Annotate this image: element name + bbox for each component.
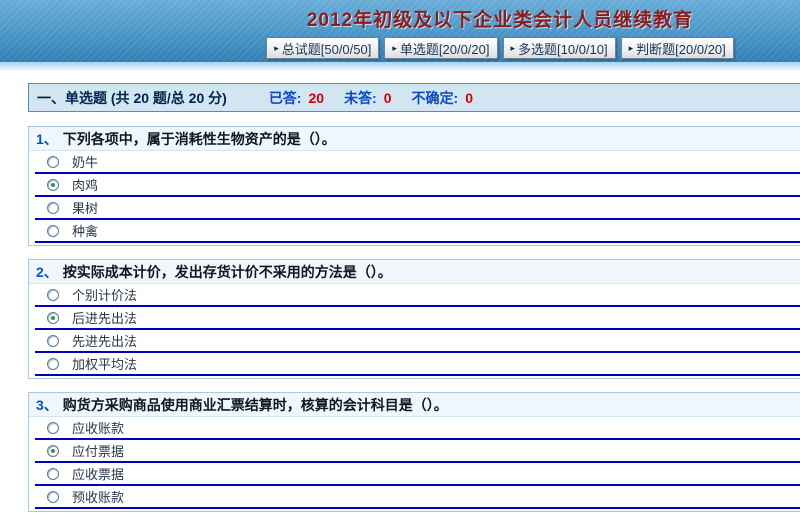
- option-row[interactable]: 肉鸡: [35, 174, 800, 197]
- section-title: 一、单选题 (共 20 题/总 20 分): [37, 88, 227, 108]
- option-label: 加权平均法: [72, 354, 137, 373]
- exam-page: 2012年初级及以下企业类会计人员继续教育 ▸ 总试题[50/0/50] ▸ 单…: [0, 0, 800, 512]
- stat-uncertain: 不确定: 0: [412, 88, 473, 108]
- option-row[interactable]: 后进先出法: [35, 307, 800, 330]
- nav-button-all-questions[interactable]: ▸ 总试题[50/0/50]: [266, 37, 379, 59]
- radio-button[interactable]: [47, 422, 59, 434]
- triangle-right-icon: ▸: [274, 44, 279, 53]
- radio-button[interactable]: [47, 445, 59, 457]
- question-title: 1、 下列各项中，属于消耗性生物资产的是（）。: [29, 127, 800, 151]
- stat-answered-label: 已答:: [269, 88, 302, 108]
- radio-button[interactable]: [47, 179, 59, 191]
- radio-button[interactable]: [47, 358, 59, 370]
- nav-button-multi-choice[interactable]: ▸ 多选题[10/0/10]: [503, 37, 616, 59]
- question-number: 1、: [36, 129, 58, 149]
- option-label: 果树: [72, 198, 98, 217]
- option-row[interactable]: 应收账款: [35, 417, 800, 440]
- radio-button[interactable]: [47, 225, 59, 237]
- question-number: 2、: [36, 262, 58, 282]
- option-label: 预收账款: [72, 487, 124, 506]
- option-label: 应付票据: [72, 441, 124, 460]
- answer-stats: 已答: 20 未答: 0 不确定: 0: [269, 88, 493, 108]
- option-row[interactable]: 应收票据: [35, 463, 800, 486]
- radio-button[interactable]: [47, 156, 59, 168]
- section-stats-bar: 一、单选题 (共 20 题/总 20 分) 已答: 20 未答: 0 不确定: …: [28, 83, 800, 112]
- option-row[interactable]: 种禽: [35, 220, 800, 243]
- option-list: 应收账款 应付票据 应收票据 预收账款: [29, 417, 800, 509]
- option-label: 个别计价法: [72, 285, 137, 304]
- nav-button-label: 单选题[20/0/20]: [400, 39, 490, 58]
- nav-button-single-choice[interactable]: ▸ 单选题[20/0/20]: [384, 37, 497, 59]
- option-list: 个别计价法 后进先出法 先进先出法 加权平均法: [29, 284, 800, 376]
- option-label: 后进先出法: [72, 308, 137, 327]
- option-label: 应收票据: [72, 464, 124, 483]
- nav-button-label: 判断题[20/0/20]: [636, 39, 726, 58]
- stat-unanswered-label: 未答:: [344, 88, 377, 108]
- radio-button[interactable]: [47, 289, 59, 301]
- option-row[interactable]: 加权平均法: [35, 353, 800, 376]
- option-row[interactable]: 先进先出法: [35, 330, 800, 353]
- radio-button[interactable]: [47, 312, 59, 324]
- option-row[interactable]: 应付票据: [35, 440, 800, 463]
- option-row[interactable]: 预收账款: [35, 486, 800, 509]
- option-label: 肉鸡: [72, 175, 98, 194]
- triangle-right-icon: ▸: [511, 44, 516, 53]
- option-label: 奶牛: [72, 152, 98, 171]
- triangle-right-icon: ▸: [629, 44, 634, 53]
- question-box: 2、 按实际成本计价，发出存货计价不采用的方法是（）。 个别计价法 后进先出法 …: [28, 259, 800, 379]
- option-list: 奶牛 肉鸡 果树 种禽: [29, 151, 800, 243]
- page-title: 2012年初级及以下企业类会计人员继续教育: [0, 0, 800, 32]
- stat-uncertain-value: 0: [465, 90, 473, 106]
- question-box: 1、 下列各项中，属于消耗性生物资产的是（）。 奶牛 肉鸡 果树 种禽: [28, 126, 800, 246]
- option-label: 种禽: [72, 221, 98, 240]
- radio-button[interactable]: [47, 335, 59, 347]
- nav-button-label: 总试题[50/0/50]: [282, 39, 372, 58]
- option-row[interactable]: 个别计价法: [35, 284, 800, 307]
- question-type-nav: ▸ 总试题[50/0/50] ▸ 单选题[20/0/20] ▸ 多选题[10/0…: [0, 37, 800, 59]
- question-title: 3、 购货方采购商品使用商业汇票结算时，核算的会计科目是（）。: [29, 393, 800, 417]
- page-header: 2012年初级及以下企业类会计人员继续教育 ▸ 总试题[50/0/50] ▸ 单…: [0, 0, 800, 62]
- option-label: 先进先出法: [72, 331, 137, 350]
- question-text: 下列各项中，属于消耗性生物资产的是（）。: [63, 129, 336, 149]
- option-row[interactable]: 奶牛: [35, 151, 800, 174]
- radio-button[interactable]: [47, 202, 59, 214]
- stat-answered-value: 20: [308, 90, 324, 106]
- radio-button[interactable]: [47, 468, 59, 480]
- stat-answered: 已答: 20: [269, 88, 324, 108]
- triangle-right-icon: ▸: [392, 44, 397, 53]
- nav-button-label: 多选题[10/0/10]: [518, 39, 608, 58]
- header-fade-divider: [0, 62, 800, 72]
- stat-uncertain-label: 不确定:: [412, 88, 459, 108]
- option-label: 应收账款: [72, 418, 124, 437]
- question-list: 1、 下列各项中，属于消耗性生物资产的是（）。 奶牛 肉鸡 果树 种禽 2、 按…: [0, 126, 800, 512]
- question-number: 3、: [36, 395, 58, 415]
- question-box: 3、 购货方采购商品使用商业汇票结算时，核算的会计科目是（）。 应收账款 应付票…: [28, 392, 800, 512]
- stat-unanswered-value: 0: [384, 90, 392, 106]
- question-title: 2、 按实际成本计价，发出存货计价不采用的方法是（）。: [29, 260, 800, 284]
- option-row[interactable]: 果树: [35, 197, 800, 220]
- nav-button-true-false[interactable]: ▸ 判断题[20/0/20]: [621, 37, 734, 59]
- radio-button[interactable]: [47, 491, 59, 503]
- question-text: 按实际成本计价，发出存货计价不采用的方法是（）。: [63, 262, 392, 282]
- question-text: 购货方采购商品使用商业汇票结算时，核算的会计科目是（）。: [63, 395, 448, 415]
- stat-unanswered: 未答: 0: [344, 88, 391, 108]
